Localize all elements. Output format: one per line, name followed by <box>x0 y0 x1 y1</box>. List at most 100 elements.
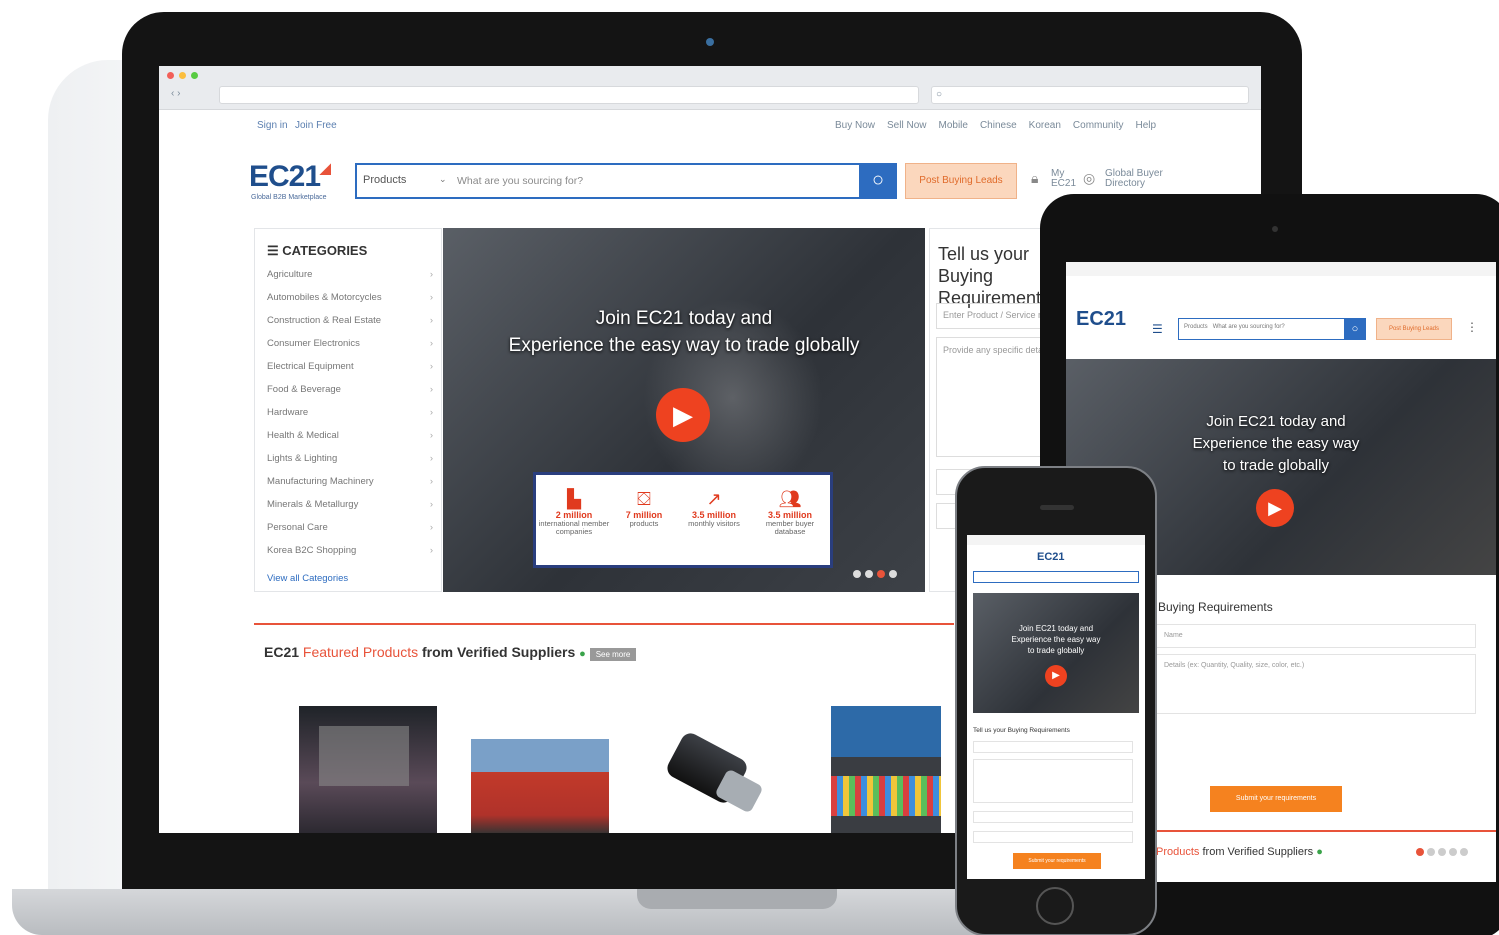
chevron-right-icon: › <box>429 430 433 441</box>
tablet-more-icon[interactable]: ⋮ <box>1466 320 1478 334</box>
chevron-right-icon: › <box>429 522 433 533</box>
tablet-menu-icon[interactable]: ☰ <box>1152 322 1163 336</box>
stat-buyers: 👥︎ 3.5 million member buyer database <box>754 489 826 536</box>
chevron-down-icon: ⌄ <box>439 174 447 184</box>
category-item[interactable]: Hardware › <box>267 407 437 418</box>
tablet-buying-title: Buying Requirements <box>1158 600 1273 614</box>
category-item[interactable]: Minerals & Metallurgy › <box>267 499 437 510</box>
box-icon: ⛋ <box>637 489 651 509</box>
phone-company-input[interactable] <box>973 831 1133 843</box>
tablet-play-button[interactable]: ▶ <box>1256 489 1294 527</box>
phone-details-textarea[interactable] <box>973 759 1133 803</box>
ec21-logo[interactable]: EC21◢ <box>249 160 331 194</box>
phone-hero-text: Join EC21 today and Experience the easy w… <box>1011 624 1101 655</box>
search-icon: ○ <box>871 169 885 191</box>
chevron-right-icon: › <box>429 545 433 556</box>
phone-logo[interactable]: EC21 <box>1037 551 1065 563</box>
phone-home-button[interactable] <box>1036 887 1074 925</box>
carousel-dot[interactable] <box>889 570 897 578</box>
tablet-post-button[interactable]: Post Buying Leads <box>1376 318 1452 340</box>
stat-companies: ▙ 2 million international member companies <box>538 489 610 536</box>
tablet-name-input[interactable]: Name <box>1156 624 1476 648</box>
sell-now-link[interactable]: Sell Now <box>887 120 926 131</box>
phone-name-input[interactable] <box>973 741 1133 753</box>
category-item[interactable]: Food & Beverage › <box>267 384 437 395</box>
help-link[interactable]: Help <box>1135 120 1156 131</box>
building-icon: ▙ <box>567 489 581 509</box>
view-all-categories-link[interactable]: View all Categories <box>267 573 348 584</box>
chevron-right-icon: › <box>429 499 433 510</box>
product-image-machinery[interactable] <box>299 706 437 833</box>
device-mockup-scene: ‹ › ○ Sign in Join Free Buy Now Sell Now… <box>0 0 1499 935</box>
tablet-carousel-dots <box>1416 848 1468 856</box>
tablet-featured-title: Products from Verified Suppliers ● <box>1156 846 1323 858</box>
tablet-search-input[interactable]: Products What are you sourcing for? <box>1178 318 1356 340</box>
join-free-link[interactable]: Join Free <box>295 120 337 131</box>
minimize-dot-icon[interactable] <box>179 72 186 79</box>
tablet-submit-button[interactable]: Submit your requirements <box>1210 786 1342 812</box>
chevron-right-icon: › <box>429 407 433 418</box>
community-link[interactable]: Community <box>1073 120 1124 131</box>
close-dot-icon[interactable] <box>167 72 174 79</box>
phone-submit-button[interactable]: Submit your requirements <box>1013 853 1101 869</box>
search-input[interactable]: What are you sourcing for? <box>457 175 583 187</box>
list-icon: ☰ <box>267 243 279 258</box>
search-box: Products ⌄ What are you sourcing for? <box>355 163 861 199</box>
category-item[interactable]: Health & Medical › <box>267 430 437 441</box>
phone-quantity-input[interactable] <box>973 811 1133 823</box>
category-item[interactable]: Manufacturing Machinery › <box>267 476 437 487</box>
tablet-details-textarea[interactable]: Details (ex: Quantity, Quality, size, co… <box>1156 654 1476 714</box>
phone-search-input[interactable] <box>973 571 1139 583</box>
category-item[interactable]: Electrical Equipment › <box>267 361 437 372</box>
carousel-dot[interactable] <box>865 570 873 578</box>
laptop-camera <box>706 38 714 46</box>
categories-title: ☰ CATEGORIES <box>267 243 368 258</box>
phone-play-button[interactable]: ▶ <box>1045 665 1067 687</box>
chevron-right-icon: › <box>429 384 433 395</box>
carousel-dot-active[interactable] <box>877 570 885 578</box>
chevron-right-icon: › <box>429 315 433 326</box>
search-icon: ○ <box>936 89 943 100</box>
product-image-crane-truck[interactable] <box>471 739 609 833</box>
carousel-dot[interactable] <box>853 570 861 578</box>
play-button[interactable]: ▶ <box>656 388 710 442</box>
buyer-directory-link[interactable]: Global Buyer Directory <box>1105 169 1175 189</box>
buy-now-link[interactable]: Buy Now <box>835 120 875 131</box>
mobile-link[interactable]: Mobile <box>938 120 967 131</box>
category-item[interactable]: Personal Care › <box>267 522 437 533</box>
tablet-search-button[interactable]: ○ <box>1344 318 1366 340</box>
korean-link[interactable]: Korean <box>1029 120 1061 131</box>
search-category-select[interactable]: Products <box>363 174 406 186</box>
hero-line-2: Experience the easy way to trade globall… <box>508 335 860 356</box>
tablet-logo[interactable]: EC21 <box>1076 308 1126 331</box>
back-forward-icon[interactable]: ‹ › <box>171 88 180 99</box>
search-button[interactable]: ○ <box>859 163 897 199</box>
signin-link[interactable]: Sign in <box>257 120 288 131</box>
top-right-links: Buy Now Sell Now Mobile Chinese Korean C… <box>835 120 1156 131</box>
chevron-right-icon: › <box>429 269 433 280</box>
browser-search-bar[interactable]: ○ <box>931 86 1249 104</box>
people-icon: 👥︎ <box>778 489 802 509</box>
post-buying-leads-button[interactable]: Post Buying Leads <box>905 163 1017 199</box>
product-image-pastels[interactable] <box>831 706 941 833</box>
see-more-button[interactable]: See more <box>589 648 637 661</box>
product-image-pump[interactable] <box>649 706 769 833</box>
chinese-link[interactable]: Chinese <box>980 120 1017 131</box>
my-ec21-link[interactable]: My EC21 <box>1051 169 1081 189</box>
category-item[interactable]: Lights & Lighting › <box>267 453 437 464</box>
category-item[interactable]: Construction & Real Estate › <box>267 315 437 326</box>
address-bar[interactable] <box>219 86 919 104</box>
category-item[interactable]: Agriculture › <box>267 269 437 280</box>
category-item[interactable]: Consumer Electronics › <box>267 338 437 349</box>
chevron-right-icon: › <box>429 292 433 303</box>
chevron-right-icon: › <box>429 338 433 349</box>
hero-banner: Join EC21 today and Experience the easy … <box>443 228 925 592</box>
stat-visitors: ↗ 3.5 million monthly visitors <box>678 489 750 528</box>
phone-speaker <box>1040 505 1074 510</box>
category-item[interactable]: Korea B2C Shopping › <box>267 545 437 556</box>
featured-divider <box>254 623 954 625</box>
maximize-dot-icon[interactable] <box>191 72 198 79</box>
category-item[interactable]: Automobiles & Motorcycles › <box>267 292 437 303</box>
browser-chrome: ‹ › ○ <box>159 66 1261 110</box>
laptop-notch <box>637 889 837 909</box>
